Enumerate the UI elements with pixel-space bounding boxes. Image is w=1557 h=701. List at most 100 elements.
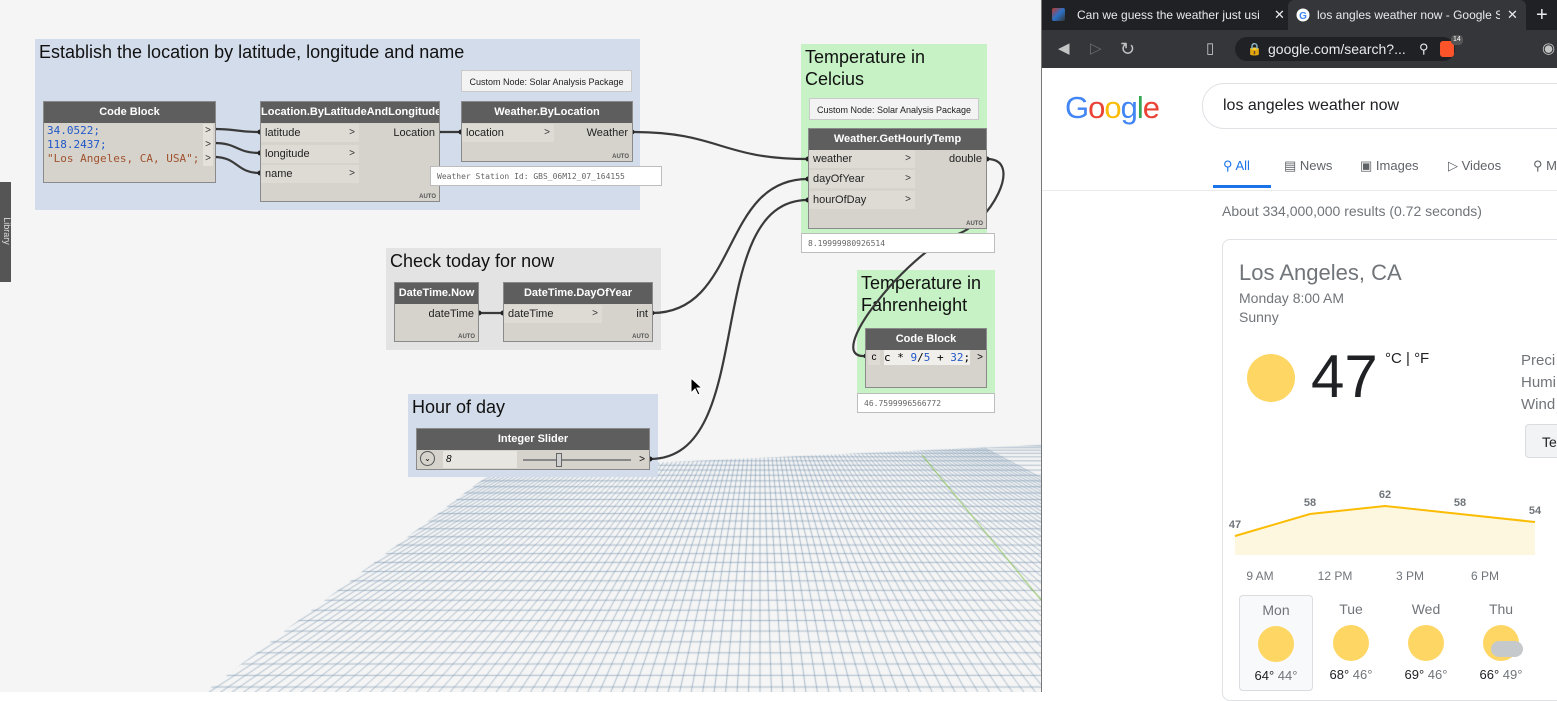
mouse-cursor-icon — [690, 377, 704, 396]
dynamo-canvas[interactable]: Establish the location by latitude, long… — [0, 0, 1041, 692]
wire — [649, 198, 809, 461]
input-port-name[interactable]: name > — [261, 165, 359, 183]
weather-location: Los Angeles, CA — [1239, 260, 1402, 285]
x-tick-label: 9 AM — [1246, 569, 1273, 583]
nav-tab-maps[interactable]: ⚲ M — [1533, 158, 1557, 174]
sun-icon — [1408, 625, 1444, 661]
code-editor[interactable]: c * 9/5 + 32; — [884, 350, 970, 365]
forward-icon[interactable]: ▷ — [1090, 30, 1102, 68]
day-name: Thu — [1488, 601, 1514, 617]
custom-node-badge: Custom Node: Solar Analysis Package — [461, 70, 632, 92]
output-port-datetime[interactable]: dateTime — [398, 305, 478, 323]
high-temp: 68° — [1329, 667, 1350, 682]
output-port-weather[interactable]: Weather — [562, 124, 632, 142]
news-icon: ▤ — [1284, 158, 1297, 173]
address-bar[interactable]: 🔒 google.com/search?... ⚲ 14 — [1235, 35, 1463, 61]
input-port-c[interactable]: c — [868, 350, 880, 365]
svg-text:G: G — [1299, 11, 1307, 22]
search-query[interactable]: los angeles weather now — [1223, 84, 1399, 128]
code-token: + — [930, 351, 951, 364]
day-forecast-wed[interactable]: Wed 69° 46° — [1389, 595, 1463, 691]
search-input[interactable]: los angeles weather now — [1202, 83, 1557, 129]
tab-google-search[interactable]: G los angles weather now - Google S ✕ — [1288, 0, 1526, 30]
search-icon: ⚲ — [1223, 158, 1233, 173]
image-icon: ▣ — [1360, 158, 1373, 173]
unit-toggle[interactable]: °C | °F — [1385, 350, 1429, 367]
output-port[interactable]: > — [203, 124, 213, 138]
daily-forecast: Mon 64° 44° Tue 68° 46° Wed 69° 46° Thu 66° 49° — [1239, 595, 1557, 695]
back-icon[interactable]: ◀ — [1058, 30, 1070, 68]
day-forecast-mon[interactable]: Mon 64° 44° — [1239, 595, 1313, 691]
day-forecast-thu[interactable]: Thu 66° 49° — [1464, 595, 1538, 691]
output-port[interactable]: > — [203, 138, 213, 152]
code-block-node[interactable]: Code Block c c * 9/5 + 32; > — [865, 328, 987, 388]
location-node[interactable]: Location.ByLatitudeAndLongitude latitude… — [260, 101, 440, 202]
tab-title: Can we guess the weather just usi — [1077, 8, 1260, 22]
code-token: 32 — [950, 351, 964, 364]
datetime-now-node[interactable]: DateTime.Now dateTime AUTO — [394, 282, 479, 342]
node-header: DateTime.DayOfYear — [504, 283, 652, 304]
output-port-location[interactable]: Location — [369, 124, 439, 142]
output-port-double[interactable]: double — [926, 150, 986, 168]
input-port-datetime[interactable]: dateTime > — [504, 305, 602, 323]
article-favicon-icon — [1052, 8, 1065, 21]
hourly-temp-node[interactable]: Weather.GetHourlyTemp weather > dayOfYear… — [808, 128, 987, 229]
nav-tab-videos[interactable]: ▷ Videos — [1448, 158, 1501, 174]
code-editor[interactable]: 34.0522; 118.2437; "Los Angeles, CA, USA… — [47, 124, 205, 166]
sun-icon — [1258, 626, 1294, 662]
weather-time: Monday 8:00 AM — [1239, 290, 1345, 306]
input-port-latitude[interactable]: latitude > — [261, 124, 359, 142]
bookmark-icon[interactable]: ▯ — [1206, 30, 1214, 68]
low-temp: 49° — [1499, 667, 1523, 682]
node-header: Code Block — [866, 329, 986, 350]
code-line: 34.0522; — [47, 124, 100, 137]
output-ports[interactable]: > > > — [203, 124, 213, 166]
input-port-weather[interactable]: weather > — [809, 150, 915, 168]
new-tab-icon[interactable]: + — [1536, 0, 1548, 30]
code-token: c — [884, 351, 891, 364]
slider-thumb[interactable] — [556, 453, 562, 467]
integer-slider-node[interactable]: Integer Slider ⌄ 8 > — [416, 428, 650, 470]
input-port-location[interactable]: location > — [462, 124, 554, 142]
library-tab[interactable]: Library — [0, 182, 12, 282]
input-port-day-of-year[interactable]: dayOfYear > — [809, 170, 915, 188]
nav-tab-all[interactable]: ⚲ All — [1213, 158, 1271, 188]
temperature-tab[interactable]: Te — [1525, 424, 1557, 458]
data-label: 58 — [1304, 497, 1316, 509]
weather-condition: Sunny — [1239, 309, 1279, 325]
location-pin-icon[interactable]: ⚲ — [1419, 37, 1429, 61]
output-port[interactable]: > — [977, 350, 983, 365]
slider-expand-icon[interactable]: ⌄ — [420, 451, 435, 466]
input-port-hour-of-day[interactable]: hourOfDay > — [809, 191, 915, 209]
output-port-int[interactable]: int — [612, 305, 652, 323]
wire — [213, 155, 261, 175]
slider-track[interactable] — [523, 459, 631, 461]
close-icon[interactable]: ✕ — [1274, 0, 1285, 30]
sun-icon — [1333, 625, 1369, 661]
wire — [651, 177, 809, 315]
tab-dynamo-article[interactable]: Can we guess the weather just usi ✕ — [1042, 0, 1288, 30]
tab-bar: Can we guess the weather just usi ✕ G lo… — [1042, 0, 1557, 30]
auto-label: AUTO — [632, 334, 649, 340]
code-token: ; — [963, 351, 971, 364]
close-icon[interactable]: ✕ — [1507, 0, 1518, 30]
extension-icon[interactable]: ◉ — [1542, 30, 1555, 68]
precipitation-label: Preci — [1521, 352, 1556, 369]
nav-tab-news[interactable]: ▤ News — [1284, 158, 1332, 174]
google-logo[interactable]: Google — [1065, 90, 1160, 126]
url-text[interactable]: google.com/search?... — [1268, 37, 1406, 61]
slider-value-field[interactable]: 8 — [443, 451, 517, 468]
reload-icon[interactable]: ↻ — [1120, 30, 1135, 68]
weather-by-location-node[interactable]: Weather.ByLocation location > Weather AUT… — [461, 101, 633, 162]
day-of-year-node[interactable]: DateTime.DayOfYear dateTime > int AUTO — [503, 282, 653, 342]
x-tick-label: 3 PM — [1396, 569, 1424, 583]
hourly-temperature-chart: 47 58 62 58 54 9 AM 12 PM 3 PM 6 PM — [1229, 489, 1542, 583]
code-block-node[interactable]: Code Block 34.0522; 118.2437; "Los Angel… — [43, 101, 216, 183]
node-header: Integer Slider — [417, 429, 649, 450]
output-port[interactable]: > — [639, 451, 645, 468]
day-forecast-tue[interactable]: Tue 68° 46° — [1314, 595, 1388, 691]
input-port-longitude[interactable]: longitude > — [261, 145, 359, 163]
output-port[interactable]: > — [203, 152, 213, 166]
low-temp: 46° — [1349, 667, 1373, 682]
nav-tab-images[interactable]: ▣ Images — [1360, 158, 1419, 174]
